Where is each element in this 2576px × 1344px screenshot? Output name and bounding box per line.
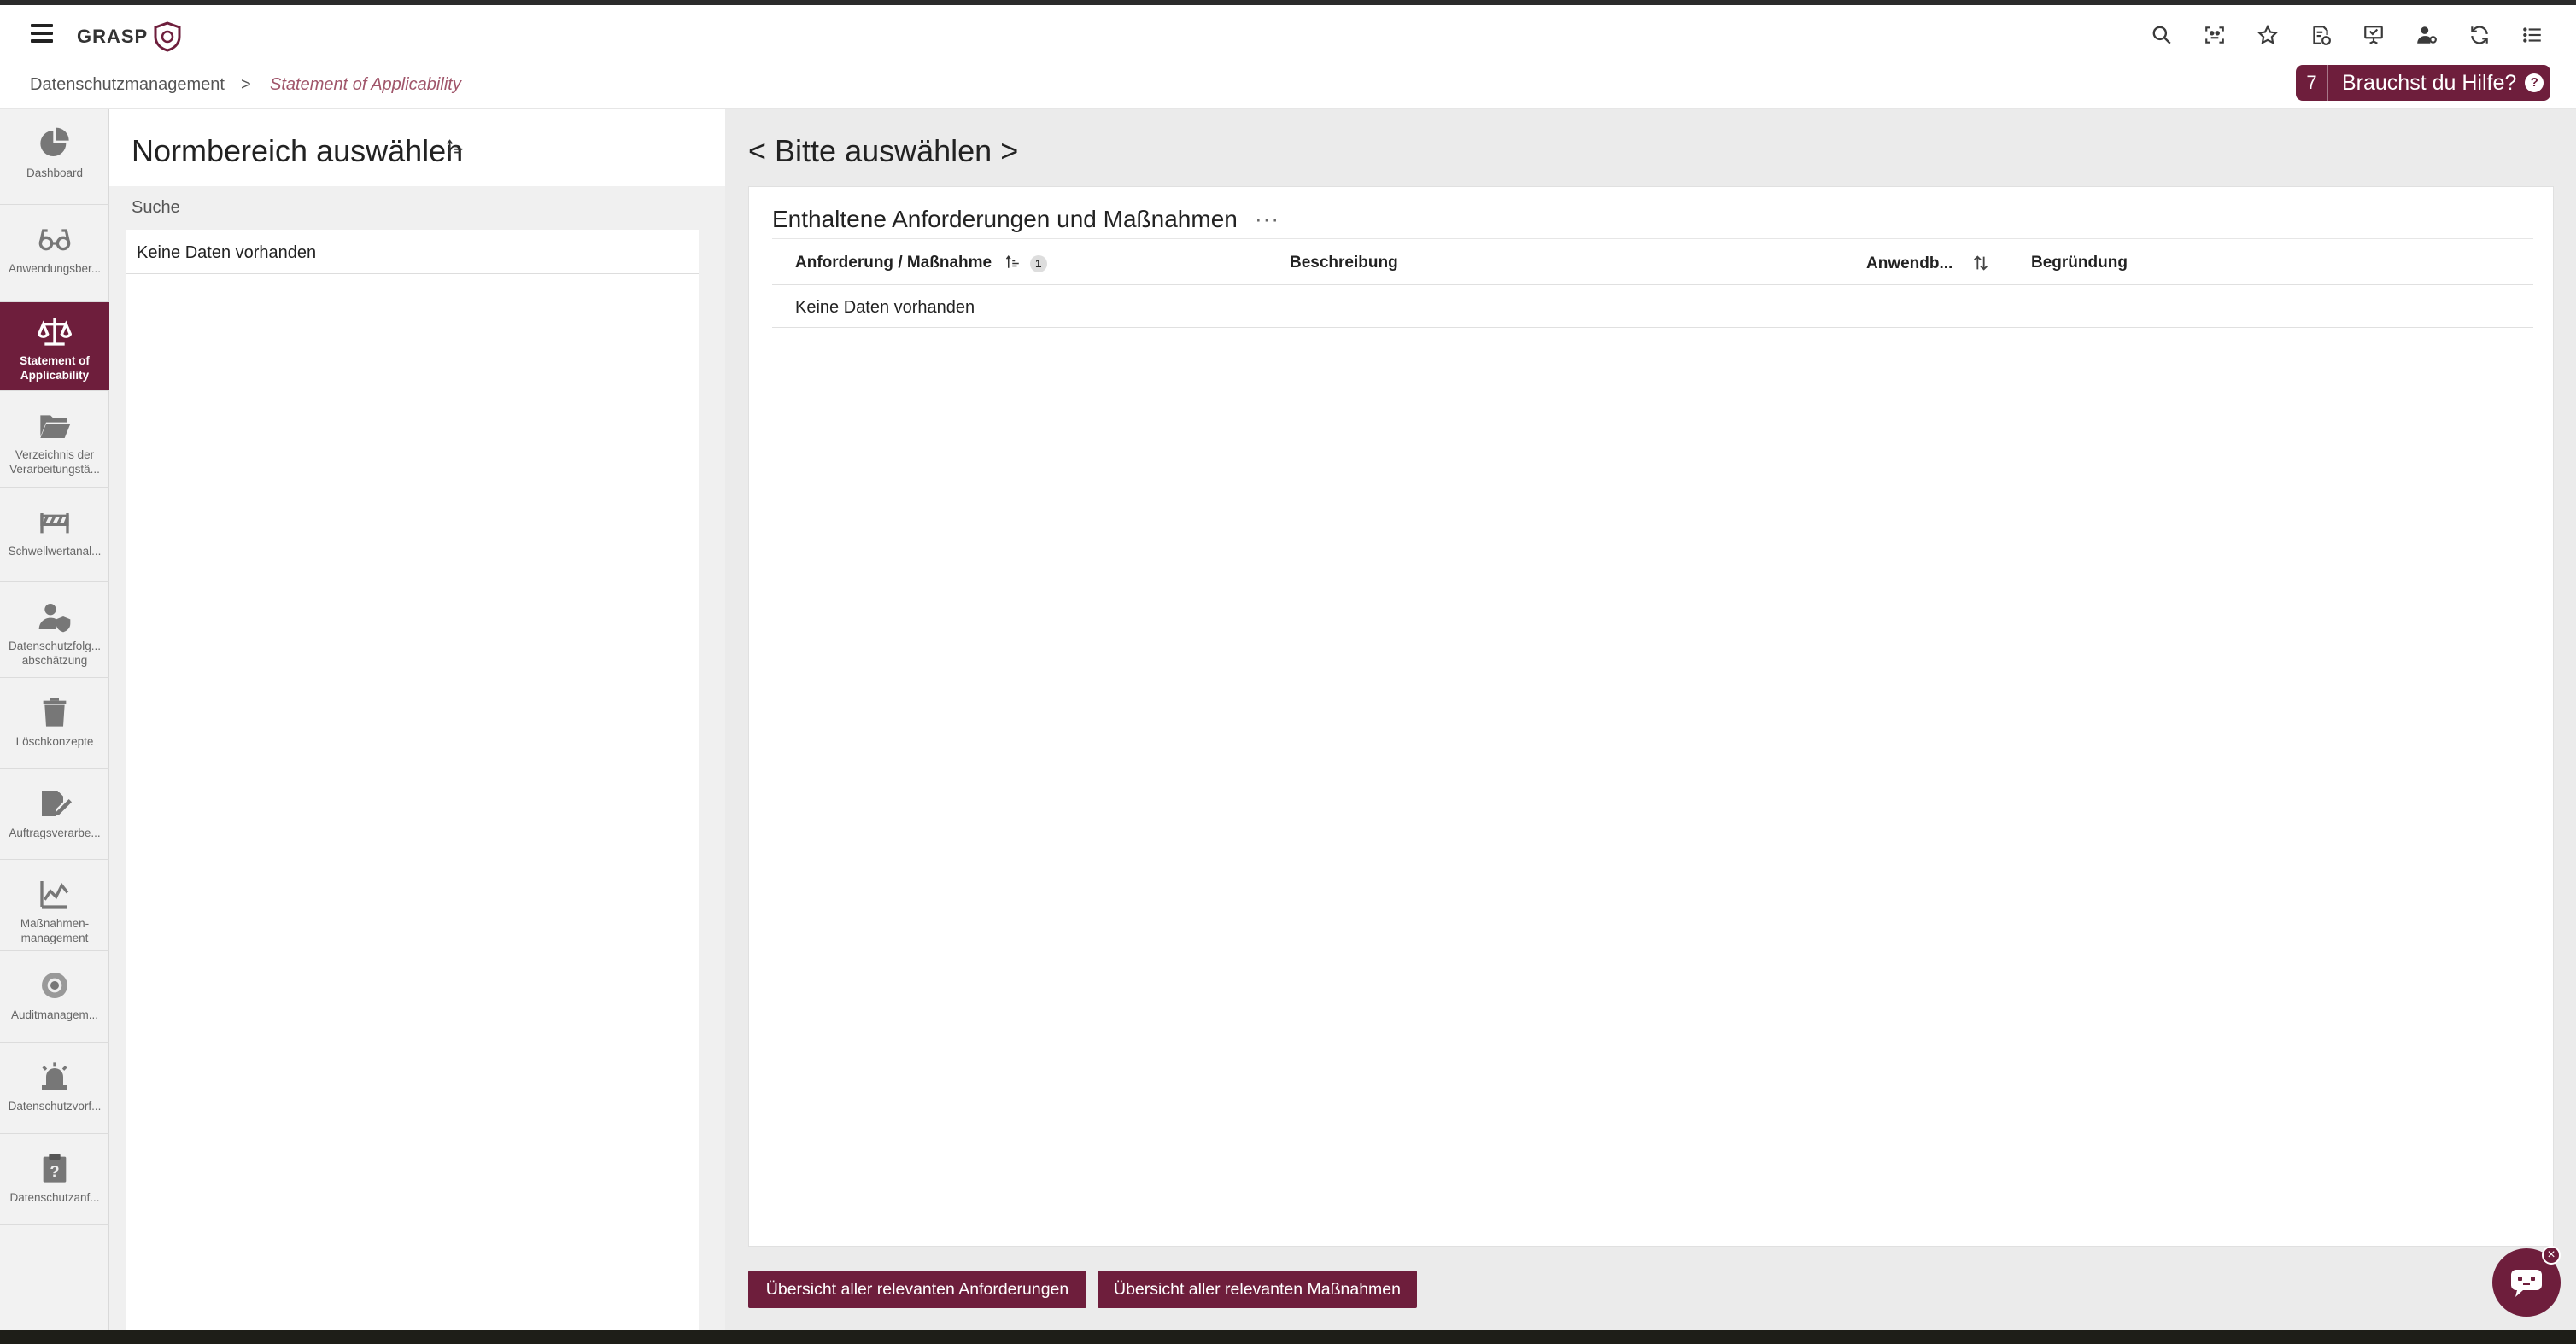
selection-title: < Bitte auswählen > <box>748 133 1019 168</box>
search-field[interactable]: Suche <box>132 198 180 218</box>
table-header: Anforderung / Maßnahme 1 Beschreibung An… <box>772 238 2533 285</box>
column-header-label: Anwendb... <box>1866 254 1953 272</box>
sidebar-item-label: Anwendungsber... <box>8 262 102 275</box>
sort-ascending-icon[interactable] <box>446 138 465 157</box>
sidebar-item-verzeichnis[interactable]: Verzeichnis der Verarbeitungstä... <box>0 391 109 488</box>
column-header-beschreibung[interactable]: Beschreibung <box>1290 254 1398 272</box>
sidebar-item-anwendungsbereich[interactable]: Anwendungsber... <box>0 205 109 302</box>
sort-ascending-icon <box>1006 255 1020 268</box>
breadcrumb-item-datenschutzmanagement[interactable]: Datenschutzmanagement <box>30 75 225 95</box>
requirements-card: Enthaltene Anforderungen und Maßnahmen ·… <box>748 186 2554 1247</box>
sidebar: Dashboard Anwendungsber... Statement of … <box>0 109 109 1330</box>
top-icon-bar <box>2135 18 2559 52</box>
chat-bot-icon <box>2511 1270 2542 1297</box>
breadcrumb-item-current: Statement of Applicability <box>270 75 461 94</box>
column-header-begruendung[interactable]: Begründung <box>2031 254 2128 272</box>
sidebar-item-auditmanagement[interactable]: Auditmanagem... <box>0 951 109 1043</box>
help-question-icon: ? <box>2525 73 2544 92</box>
left-panel: Normbereich auswählen Suche Keine Daten … <box>109 109 725 1330</box>
user-settings-icon[interactable] <box>2400 18 2453 52</box>
logo-shield-icon <box>154 21 181 52</box>
sidebar-item-loeschkonzepte[interactable]: Löschkonzepte <box>0 678 109 769</box>
column-header-label: Anforderung / Maßnahme <box>795 254 992 272</box>
empty-message: Keine Daten vorhanden <box>137 243 317 262</box>
sidebar-item-label: Dashboard <box>26 167 84 179</box>
refresh-icon[interactable] <box>2453 18 2506 52</box>
more-options-icon[interactable]: ··· <box>1255 206 1279 232</box>
sidebar-item-dashboard[interactable]: Dashboard <box>0 109 109 205</box>
help-button[interactable]: 7 Brauchst du Hilfe? ? <box>2296 65 2550 101</box>
left-panel-header: Normbereich auswählen <box>109 109 725 186</box>
sidebar-item-label: Auditmanagem... <box>10 1008 99 1021</box>
presentation-icon[interactable] <box>2347 18 2400 52</box>
page-title: Normbereich auswählen <box>132 133 464 168</box>
sidebar-item-massnahmenmanagement[interactable]: Maßnahmen- management <box>0 860 109 951</box>
column-header-anwendbarkeit[interactable]: Anwendb... <box>1866 254 1990 273</box>
folder-icon <box>40 415 71 438</box>
pie-chart-icon <box>40 127 69 156</box>
card-title: Enthaltene Anforderungen und Maßnahmen <box>772 206 1238 232</box>
list-icon[interactable] <box>2506 18 2559 52</box>
sidebar-item-label: Auftragsverarbe... <box>9 827 101 839</box>
chat-close-icon[interactable]: × <box>2542 1246 2561 1265</box>
help-label: Brauchst du Hilfe? <box>2342 70 2517 95</box>
search-icon[interactable] <box>2135 18 2188 52</box>
requirements-overview-button[interactable]: Übersicht aller relevanten Anforderungen <box>748 1271 1086 1308</box>
norm-list: Keine Daten vorhanden <box>126 230 699 274</box>
sort-priority-badge: 1 <box>1029 255 1047 272</box>
menu-icon[interactable] <box>31 24 53 43</box>
trash-icon <box>43 698 67 727</box>
sort-icon <box>1973 255 1988 271</box>
document-info-icon[interactable] <box>2294 18 2347 52</box>
app-logo[interactable]: GRASP <box>77 21 182 52</box>
empty-message: Keine Daten vorhanden <box>795 298 975 317</box>
sidebar-item-label: Löschkonzepte <box>15 735 94 748</box>
help-count-badge: 7 <box>2296 65 2328 101</box>
table-row: Keine Daten vorhanden <box>772 285 2533 328</box>
sidebar-item-statement-of-applicability[interactable]: Statement of Applicability <box>0 302 109 391</box>
user-shield-icon <box>38 604 71 633</box>
logo-text: GRASP <box>77 26 149 47</box>
scales-icon <box>38 318 72 346</box>
eye-icon <box>42 973 67 998</box>
sidebar-item-auftragsverarbeitung[interactable]: Auftragsverarbe... <box>0 769 109 860</box>
sidebar-item-label: Statement of Applicability <box>20 354 90 382</box>
sidebar-item-label: Datenschutzanf... <box>9 1191 100 1204</box>
sidebar-item-datenschutzanfragen[interactable]: ? Datenschutzanf... <box>0 1134 109 1225</box>
sidebar-item-label: Datenschutzfolg... abschätzung <box>8 640 102 667</box>
norm-list-body <box>126 274 699 1330</box>
sidebar-item-schwellwertanalyse[interactable]: Schwellwertanal... <box>0 488 109 582</box>
breadcrumb-separator: > <box>241 75 251 94</box>
star-icon[interactable] <box>2241 18 2294 52</box>
sidebar-item-label: Maßnahmen- management <box>20 917 90 944</box>
sidebar-item-label: Datenschutzvorf... <box>8 1100 102 1113</box>
signature-icon <box>42 791 72 816</box>
alarm-icon <box>42 1062 67 1090</box>
column-header-anforderung[interactable]: Anforderung / Maßnahme 1 <box>795 254 1047 272</box>
glasses-icon <box>38 229 71 251</box>
face-scan-icon[interactable] <box>2188 18 2241 52</box>
breadcrumb: Datenschutzmanagement > Statement of App… <box>0 61 2576 109</box>
window-bottom-strip <box>0 1330 2576 1344</box>
clipboard-question-icon: ? <box>43 1154 67 1183</box>
barrier-icon <box>40 513 69 534</box>
line-chart-icon <box>40 881 69 909</box>
sidebar-item-label: Schwellwertanal... <box>8 545 102 558</box>
sidebar-item-datenschutzvorfaelle[interactable]: Datenschutzvorf... <box>0 1043 109 1134</box>
sidebar-item-datenschutzfolgeabschaetzung[interactable]: Datenschutzfolg... abschätzung <box>0 582 109 678</box>
sidebar-item-label: Verzeichnis der Verarbeitungstä... <box>9 448 100 476</box>
measures-overview-button[interactable]: Übersicht aller relevanten Maßnahmen <box>1098 1271 1417 1308</box>
svg-text:?: ? <box>50 1162 59 1180</box>
top-bar: GRASP <box>0 5 2576 61</box>
